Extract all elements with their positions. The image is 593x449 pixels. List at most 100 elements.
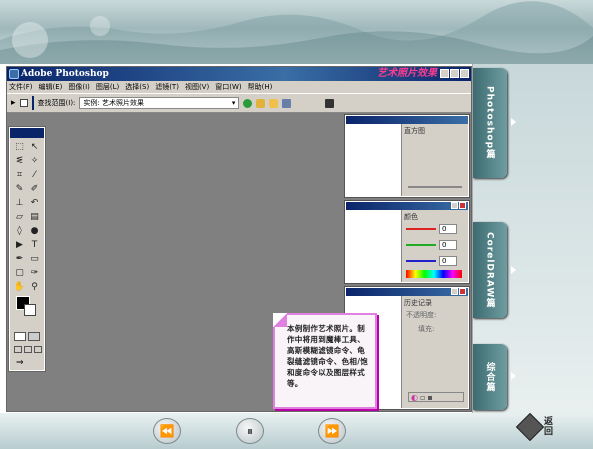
move-tool-icon[interactable]: ▸ [11,98,16,108]
toolbox: ⬚ ↖ ᓬ ✧ ⌗ ⁄ ✎ ✐ ⊥ ↶ ▱ ▤ ◊ ● ▶ T ✒ ▭ ▢ ✑ … [8,126,46,372]
menu-image[interactable]: 图像(I) [68,81,90,93]
menu-edit[interactable]: 编辑(E) [39,81,63,93]
next-button[interactable]: ⏩ [318,418,346,444]
pen-tool-icon[interactable]: ✒ [13,253,26,265]
panel-controls [451,288,466,295]
lasso-tool-icon[interactable]: ᓬ [13,155,26,167]
history-brush-icon[interactable]: ↶ [28,197,41,209]
photoshop-window: Adobe Photoshop 艺术照片效果 文件(F) 编辑(E) 图像(I)… [6,66,472,412]
blur-tool-icon[interactable]: ◊ [13,225,26,237]
hand-tool-icon[interactable]: ✋ [13,281,26,293]
pencil-tool-icon[interactable]: ✐ [28,183,41,195]
stamp-tool-icon[interactable]: ⊥ [13,197,26,209]
panel-header [346,202,468,210]
menu-help[interactable]: 帮助(H) [248,81,273,93]
tab-coreldraw[interactable]: CorelDRAW篇 [473,222,516,318]
folder-value: 实例: 艺术照片效果 [83,99,145,107]
brush-tool-icon[interactable]: ✎ [13,183,26,195]
new-folder-icon[interactable] [269,98,279,108]
pause-button[interactable]: ⏸ [236,418,264,444]
screen-modes [14,346,42,353]
notes-tool-icon[interactable]: ▢ [13,267,26,279]
eyedropper-icon[interactable]: ✑ [28,267,41,279]
history-tab[interactable]: 历史记录 [404,298,432,308]
go-icon[interactable] [243,98,253,108]
close-button[interactable] [460,69,469,78]
red-value[interactable]: 0 [439,224,457,234]
back-button[interactable]: 返回 [515,412,554,442]
panel-header [346,288,468,296]
option-checkbox[interactable] [19,99,28,107]
section-tabs: Photoshop篇 CorelDRAW篇 综合篇 [472,64,593,413]
menu-window[interactable]: 窗口(W) [215,81,241,93]
histogram-tab[interactable]: 直方图 [404,126,425,136]
green-slider[interactable] [406,244,436,246]
navigator-panel: 直方图 [344,114,470,198]
zoom-tool-icon[interactable]: ⚲ [28,281,41,293]
tab-photoshop[interactable]: Photoshop篇 [473,68,516,178]
type-tool-icon[interactable]: T [28,239,41,251]
gradient-tool-icon[interactable]: ▤ [28,211,41,223]
view-menu-icon[interactable] [282,98,292,108]
move-icon[interactable]: ↖ [28,141,41,153]
new-layer-icon[interactable]: ▫ [420,393,425,402]
blue-value[interactable]: 0 [439,256,457,266]
up-folder-icon[interactable] [256,98,266,108]
toolbox-header [10,128,44,138]
color-spectrum[interactable] [406,270,462,278]
layer-style-icon[interactable]: ◐ [411,393,418,402]
screen-mode-2-icon[interactable] [24,346,32,353]
minimize-button[interactable] [440,69,449,78]
panel-body [346,124,402,196]
panel-controls [451,202,466,209]
panel-header [346,116,468,124]
magic-wand-icon[interactable]: ✧ [28,155,41,167]
window-title: Adobe Photoshop [21,69,109,79]
folder-select[interactable]: 实例: 艺术照片效果 ▾ [79,97,240,109]
quickmask-mode-icon[interactable] [28,332,40,341]
green-value[interactable]: 0 [439,240,457,250]
trash-icon[interactable]: ▪ [427,393,432,402]
zoom-slider[interactable] [408,186,462,188]
shape-tool-icon[interactable]: ▭ [28,253,41,265]
screen-mode-1-icon[interactable] [14,346,22,353]
path-select-icon[interactable]: ▶ [13,239,26,251]
separator [31,96,34,110]
background-color[interactable] [24,304,36,316]
options-bar: ▸ 查找范围(I): 实例: 艺术照片效果 ▾ [7,93,471,113]
color-tab[interactable]: 颜色 [404,212,418,222]
maximize-button[interactable] [450,69,459,78]
prev-button[interactable]: ⏪ [153,418,181,444]
menu-view[interactable]: 视图(V) [185,81,209,93]
arrow-right-icon [511,372,516,380]
tab-comprehensive[interactable]: 综合篇 [473,344,516,410]
fill-label: 填充: [418,325,435,333]
jump-to-imageready-icon[interactable]: ⇒ [16,358,24,368]
blue-slider[interactable] [406,260,436,262]
screen-mode-3-icon[interactable] [34,346,42,353]
red-slider[interactable] [406,228,436,230]
eraser-tool-icon[interactable]: ▱ [13,211,26,223]
menu-layer[interactable]: 图层(L) [96,81,119,93]
panel-close-button[interactable] [459,202,466,209]
panel-close-button[interactable] [459,288,466,295]
crop-tool-icon[interactable]: ⌗ [13,169,26,181]
forward-icon: ⏩ [324,424,340,438]
tab-coreldraw-label: CorelDRAW篇 [484,231,495,309]
marquee-tool-icon[interactable]: ⬚ [13,141,26,153]
tool-grid: ⬚ ↖ ᓬ ✧ ⌗ ⁄ ✎ ✐ ⊥ ↶ ▱ ▤ ◊ ● ▶ T ✒ ▭ ▢ ✑ … [10,138,44,296]
chevron-down-icon: ▾ [231,99,236,107]
menu-select[interactable]: 选择(S) [125,81,149,93]
slice-tool-icon[interactable]: ⁄ [28,169,41,181]
standard-mode-icon[interactable] [14,332,26,341]
menu-file[interactable]: 文件(F) [9,81,33,93]
dodge-tool-icon[interactable]: ● [28,225,41,237]
browser-icon[interactable] [325,98,335,108]
photoshop-app-icon [9,69,19,79]
panel-min-button[interactable] [451,288,458,295]
panel-min-button[interactable] [451,202,458,209]
banner-decoration [0,1,593,64]
arrow-right-icon [511,266,516,274]
menu-filter[interactable]: 滤镜(T) [155,81,179,93]
opacity-label: 不透明度: [406,311,437,319]
